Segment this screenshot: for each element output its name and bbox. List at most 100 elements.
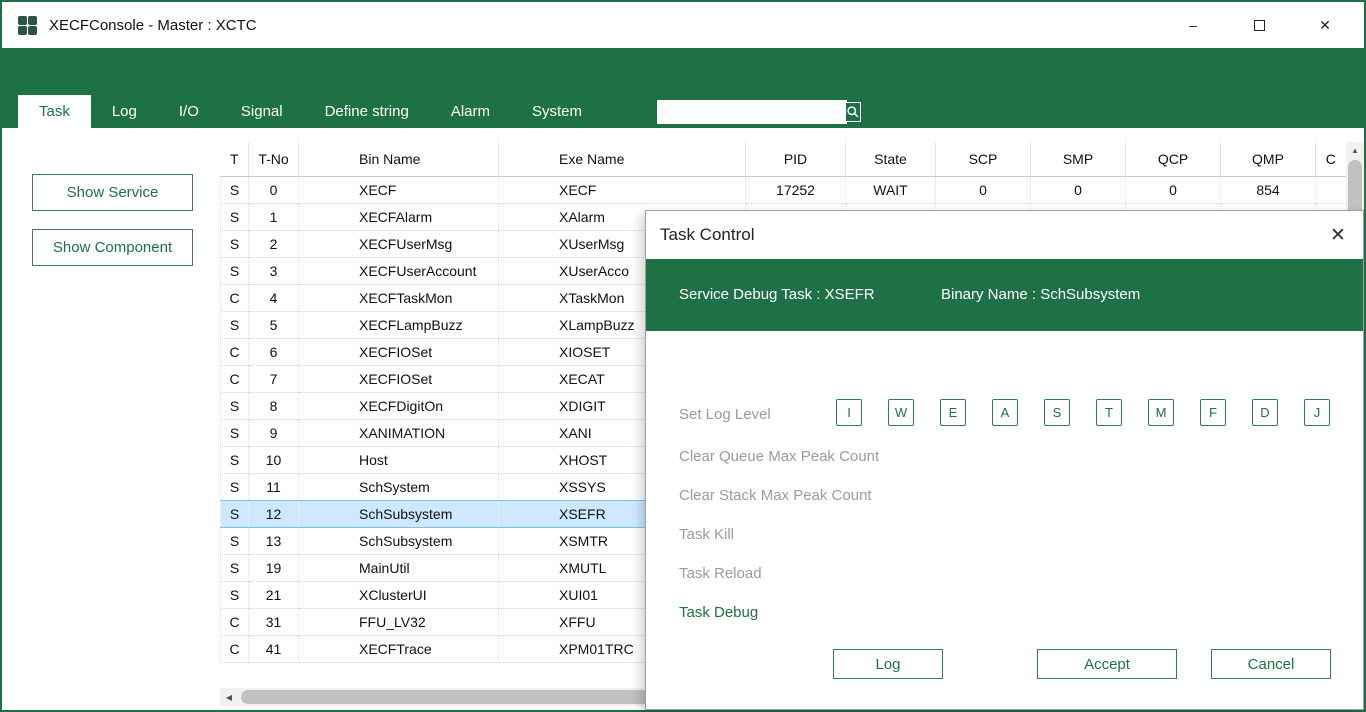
cell-qmp: 854 (1221, 176, 1316, 203)
dialog-title-bar: Task Control ✕ (646, 211, 1363, 259)
cell-t: S (221, 419, 249, 446)
maximize-button[interactable] (1226, 2, 1292, 48)
cell-t: S (221, 392, 249, 419)
horizontal-scroll-thumb[interactable] (241, 690, 661, 704)
app-window: XECFConsole - Master : XCTC – ✕ TaskLogI… (0, 0, 1366, 712)
cell-tno: 13 (249, 527, 299, 554)
cell-tno: 21 (249, 581, 299, 608)
cell-tno: 11 (249, 473, 299, 500)
cell-bin: XECFTaskMon (299, 284, 499, 311)
log-level-buttons: IWEASTMFDJ (836, 399, 1330, 426)
tab-alarm[interactable]: Alarm (430, 95, 511, 128)
scroll-up-icon[interactable]: ▲ (1346, 142, 1364, 159)
table-row[interactable]: S0XECFXECF17252WAIT000854 (221, 176, 1346, 203)
log-level-m-button[interactable]: M (1148, 399, 1174, 426)
tab-task[interactable]: Task (18, 95, 91, 128)
column-header: Exe Name (499, 142, 746, 176)
cell-state: WAIT (846, 176, 936, 203)
log-level-e-button[interactable]: E (940, 399, 966, 426)
tab-i-o[interactable]: I/O (158, 95, 220, 128)
minimize-button[interactable]: – (1160, 2, 1226, 48)
dialog-header-band: Service Debug Task : XSEFR Binary Name :… (646, 259, 1363, 331)
log-level-i-button[interactable]: I (836, 399, 862, 426)
tab-signal[interactable]: Signal (220, 95, 304, 128)
tab-system[interactable]: System (511, 95, 603, 128)
log-level-w-button[interactable]: W (888, 399, 914, 426)
cell-tno: 8 (249, 392, 299, 419)
cell-bin: SchSubsystem (299, 527, 499, 554)
column-header: T-No (249, 142, 299, 176)
option-clear-queue-max-peak-count[interactable]: Clear Queue Max Peak Count (679, 448, 879, 465)
cell-t: S (221, 176, 249, 203)
column-header: State (846, 142, 936, 176)
cell-bin: SchSubsystem (299, 500, 499, 527)
log-level-d-button[interactable]: D (1252, 399, 1278, 426)
cell-t: S (221, 311, 249, 338)
column-header: SMP (1031, 142, 1126, 176)
cell-tno: 9 (249, 419, 299, 446)
cell-tno: 0 (249, 176, 299, 203)
log-level-j-button[interactable]: J (1304, 399, 1330, 426)
show-component-button[interactable]: Show Component (32, 229, 193, 266)
log-level-t-button[interactable]: T (1096, 399, 1122, 426)
task-control-dialog: Task Control ✕ Service Debug Task : XSEF… (645, 210, 1364, 710)
table-header-row: TT-NoBin NameExe NamePIDStateSCPSMPQCPQM… (221, 142, 1346, 176)
cell-tno: 1 (249, 203, 299, 230)
cell-tno: 41 (249, 635, 299, 662)
window-title: XECFConsole - Master : XCTC (49, 17, 257, 34)
tab-define-string[interactable]: Define string (304, 95, 430, 128)
close-button[interactable]: ✕ (1292, 2, 1358, 48)
cell-tno: 6 (249, 338, 299, 365)
cell-bin: XClusterUI (299, 581, 499, 608)
column-header: QMP (1221, 142, 1316, 176)
cell-bin: XECFUserAccount (299, 257, 499, 284)
cell-bin: XANIMATION (299, 419, 499, 446)
maximize-icon (1254, 20, 1265, 31)
option-set-log-level[interactable]: Set Log Level (679, 406, 771, 423)
binary-name-label: Binary Name : SchSubsystem (941, 286, 1140, 303)
cell-tno: 2 (249, 230, 299, 257)
log-button[interactable]: Log (833, 649, 943, 679)
cell-bin: XECFAlarm (299, 203, 499, 230)
cell-tno: 7 (249, 365, 299, 392)
search-input[interactable] (657, 100, 845, 124)
column-header: Bin Name (299, 142, 499, 176)
cell-t: S (221, 257, 249, 284)
cell-bin: MainUtil (299, 554, 499, 581)
cell-pid: 17252 (746, 176, 846, 203)
log-level-a-button[interactable]: A (992, 399, 1018, 426)
cell-bin: XECF (299, 176, 499, 203)
cell-tno: 31 (249, 608, 299, 635)
option-task-reload[interactable]: Task Reload (679, 565, 762, 582)
option-task-debug[interactable]: Task Debug (679, 604, 758, 621)
cancel-button[interactable]: Cancel (1211, 649, 1331, 679)
cell-exe: XECF (499, 176, 746, 203)
scroll-left-icon[interactable]: ◀ (220, 688, 238, 706)
cell-c (1316, 176, 1346, 203)
cell-qcp: 0 (1126, 176, 1221, 203)
search-button[interactable] (845, 102, 861, 122)
log-level-f-button[interactable]: F (1200, 399, 1226, 426)
option-task-kill[interactable]: Task Kill (679, 526, 734, 543)
cell-tno: 10 (249, 446, 299, 473)
option-clear-stack-max-peak-count[interactable]: Clear Stack Max Peak Count (679, 487, 872, 504)
cell-bin: XECFIOSet (299, 338, 499, 365)
window-controls: – ✕ (1160, 2, 1358, 48)
cell-t: S (221, 446, 249, 473)
column-header: QCP (1126, 142, 1221, 176)
cell-tno: 19 (249, 554, 299, 581)
cell-t: S (221, 203, 249, 230)
cell-t: C (221, 608, 249, 635)
cell-t: C (221, 284, 249, 311)
log-level-s-button[interactable]: S (1044, 399, 1070, 426)
cell-t: S (221, 554, 249, 581)
column-header: C (1316, 142, 1346, 176)
tab-log[interactable]: Log (91, 95, 158, 128)
cell-bin: XECFUserMsg (299, 230, 499, 257)
cell-bin: XECFDigitOn (299, 392, 499, 419)
accept-button[interactable]: Accept (1037, 649, 1177, 679)
show-service-button[interactable]: Show Service (32, 174, 193, 211)
cell-t: S (221, 230, 249, 257)
dialog-close-icon[interactable]: ✕ (1325, 222, 1351, 248)
cell-bin: Host (299, 446, 499, 473)
